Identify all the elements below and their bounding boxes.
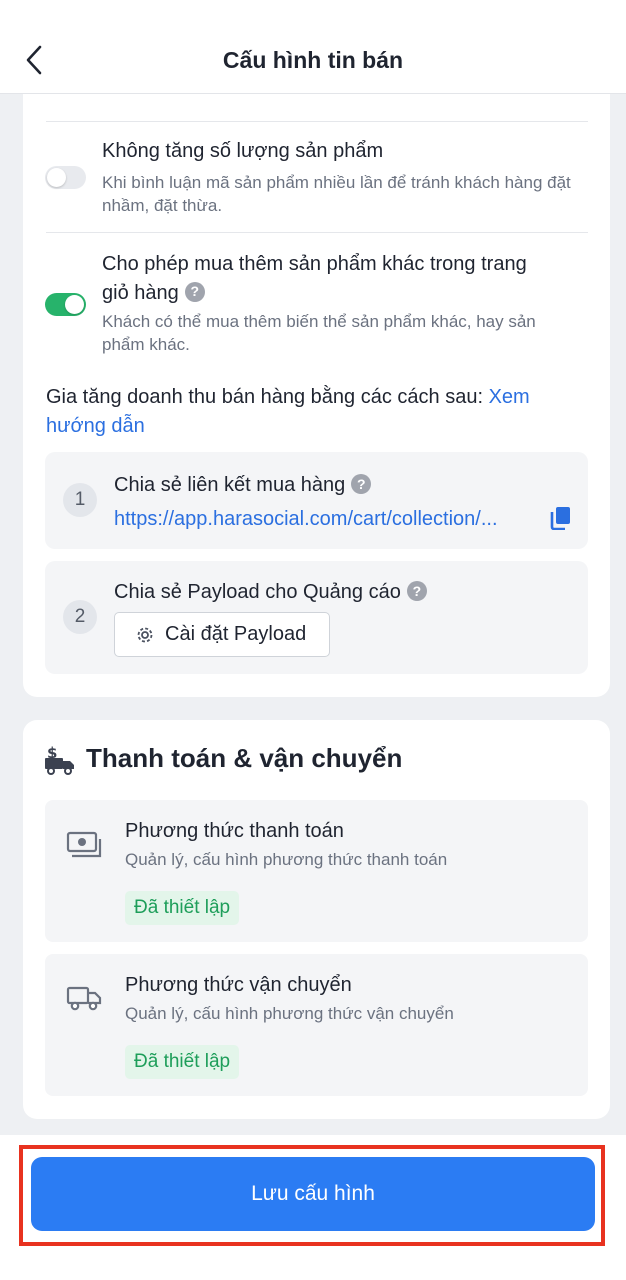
- divider: [46, 232, 588, 233]
- toggle-knob: [65, 295, 84, 314]
- copy-link-button[interactable]: [550, 506, 572, 531]
- step-title-text: Chia sẻ Payload cho Quảng cáo: [114, 581, 401, 603]
- status-badge: Đã thiết lập: [125, 1045, 240, 1079]
- option-title: Cho phép mua thêm sản phẩm khác trong tr…: [102, 250, 582, 308]
- payment-shipping-card: $ Thanh toán & vận chuyển Phương thức th…: [23, 720, 610, 1119]
- step-title: Chia sẻ liên kết mua hàng?: [114, 473, 372, 497]
- gear-icon: [137, 627, 153, 642]
- top-bar: Cấu hình tin bán: [0, 0, 626, 94]
- divider: [46, 121, 588, 122]
- help-icon[interactable]: ?: [184, 281, 205, 302]
- truck-icon: [66, 986, 102, 1011]
- method-description: Quản lý, cấu hình phương thức thanh toán: [125, 850, 448, 869]
- share-link-step: 1 Chia sẻ liên kết mua hàng? https://app…: [45, 452, 588, 549]
- sale-config-card: Không tăng số lượng sản phẩm Khi bình lu…: [23, 94, 610, 697]
- option-description: Khi bình luận mã sản phẩm nhiều lần để t…: [102, 173, 571, 215]
- payload-button-label: Cài đặt Payload: [165, 623, 307, 645]
- payload-settings-button[interactable]: Cài đặt Payload: [114, 612, 330, 657]
- shipping-method-item[interactable]: Phương thức vận chuyển Quản lý, cấu hình…: [45, 954, 588, 1096]
- allow-extra-products-toggle[interactable]: [45, 293, 86, 316]
- step-number: 2: [63, 600, 97, 634]
- save-config-button[interactable]: Lưu cấu hình: [31, 1157, 595, 1231]
- option-description: Khách có thể mua thêm biến thể sản phẩm …: [102, 312, 536, 354]
- step-title: Chia sẻ Payload cho Quảng cáo?: [114, 580, 427, 604]
- method-title: Phương thức thanh toán: [125, 820, 344, 842]
- no-increase-quantity-toggle[interactable]: [45, 166, 86, 189]
- page-title: Cấu hình tin bán: [222, 47, 404, 73]
- option-title: Không tăng số lượng sản phẩm: [102, 140, 384, 162]
- help-icon[interactable]: ?: [406, 580, 427, 601]
- payment-method-item[interactable]: Phương thức thanh toán Quản lý, cấu hình…: [45, 800, 588, 942]
- method-title: Phương thức vận chuyển: [125, 974, 352, 996]
- option-title-line1: Cho phép mua thêm sản phẩm khác trong tr…: [102, 253, 527, 275]
- toggle-knob: [47, 168, 66, 187]
- step-number: 1: [63, 483, 97, 517]
- payment-icon: [66, 831, 102, 858]
- delivery-icon: $: [45, 745, 74, 775]
- share-payload-step: 2 Chia sẻ Payload cho Quảng cáo? Cài đặt…: [45, 561, 588, 674]
- method-description: Quản lý, cấu hình phương thức vận chuyển: [125, 1004, 454, 1023]
- step-title-text: Chia sẻ liên kết mua hàng: [114, 474, 346, 496]
- help-icon[interactable]: ?: [351, 473, 372, 494]
- option-title-line2: giỏ hàng: [102, 282, 179, 304]
- status-badge: Đã thiết lập: [125, 891, 240, 925]
- growth-label: Gia tăng doanh thu bán hàng bằng các các…: [46, 386, 489, 408]
- section-title: Thanh toán & vận chuyển: [86, 743, 403, 773]
- growth-text: Gia tăng doanh thu bán hàng bằng các các…: [46, 383, 586, 441]
- cart-collection-link[interactable]: https://app.harasocial.com/cart/collecti…: [114, 508, 542, 531]
- copy-icon: [550, 507, 570, 531]
